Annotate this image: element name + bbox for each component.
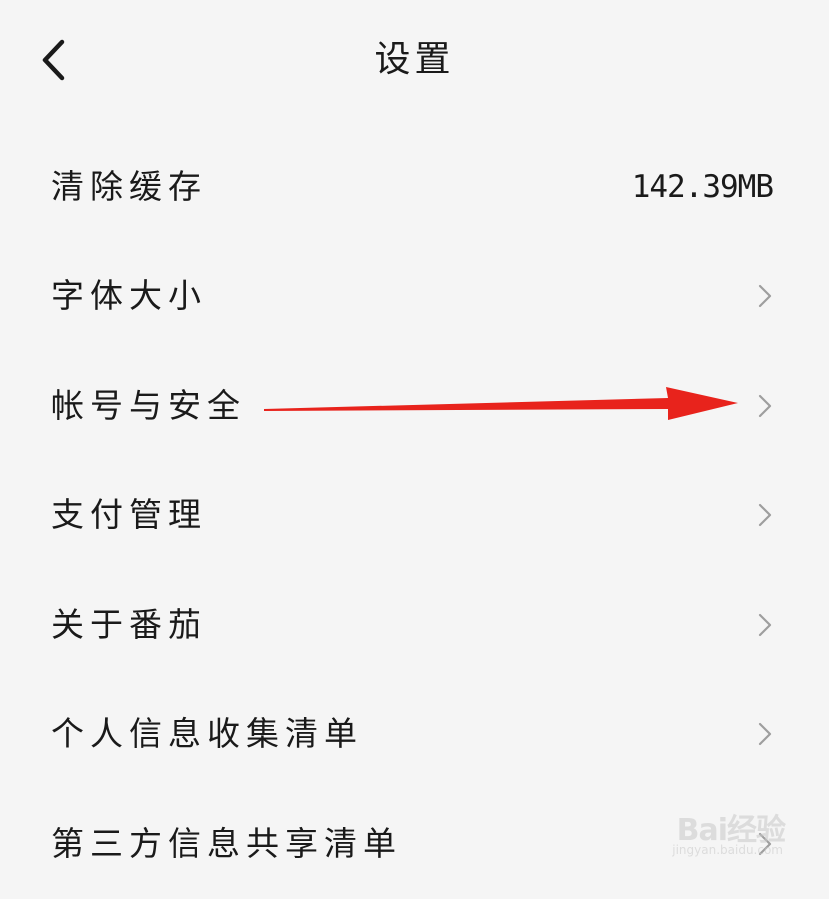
chevron-right-icon (755, 391, 775, 421)
page-title: 设置 (374, 39, 455, 80)
chevron-right-icon (755, 829, 775, 859)
setting-payment-management[interactable]: 支付管理 (0, 461, 829, 571)
chevron-right-icon (755, 281, 775, 311)
setting-label: 支付管理 (51, 495, 207, 535)
setting-label: 字体大小 (51, 276, 207, 316)
setting-label: 帐号与安全 (51, 385, 246, 425)
setting-clear-cache[interactable]: 清除缓存 142.39MB (0, 132, 829, 242)
settings-list: 清除缓存 142.39MB 字体大小 帐号与安全 支付管理 关于番茄 个人信息收… (0, 132, 829, 899)
setting-about[interactable]: 关于番茄 (0, 570, 829, 680)
setting-third-party-info-list[interactable]: 第三方信息共享清单 (0, 789, 829, 899)
chevron-right-icon (755, 719, 775, 749)
setting-label: 个人信息收集清单 (51, 714, 363, 754)
setting-label: 第三方信息共享清单 (51, 823, 402, 863)
setting-personal-info-list[interactable]: 个人信息收集清单 (0, 680, 829, 790)
setting-account-security[interactable]: 帐号与安全 (0, 351, 829, 461)
chevron-right-icon (755, 500, 775, 530)
setting-label: 关于番茄 (51, 604, 207, 644)
chevron-right-icon (755, 610, 775, 640)
setting-font-size[interactable]: 字体大小 (0, 242, 829, 352)
cache-size-value: 142.39MB (631, 168, 774, 205)
top-bar: 设置 (0, 0, 829, 120)
setting-label: 清除缓存 (51, 166, 207, 206)
